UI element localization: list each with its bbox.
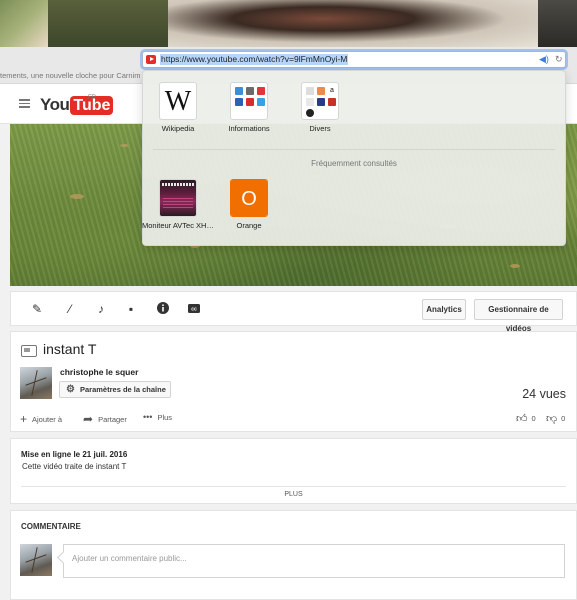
favorite-informations[interactable] bbox=[230, 82, 268, 120]
add-to-button[interactable]: + Ajouter à bbox=[20, 412, 62, 426]
favorites-dropdown: W Wikipedia Informations a Divers Fréque… bbox=[142, 70, 566, 246]
comments-heading: COMMENTAIRE bbox=[21, 522, 81, 531]
favorite-label: Divers bbox=[309, 124, 331, 133]
channel-settings-button[interactable]: ⚙ Paramètres de la chaîne bbox=[59, 381, 171, 398]
page-banner bbox=[0, 0, 577, 47]
folder-grid-icon: a bbox=[306, 87, 336, 117]
channel-settings-label: Paramètres de la chaîne bbox=[80, 385, 166, 394]
comments-card: COMMENTAIRE Ajouter un commentaire publi… bbox=[10, 510, 577, 600]
video-edit-toolbar: ✎ ⁄ ♪ ▪ cc Analytics Gestionnaire de vid… bbox=[10, 291, 577, 333]
orange-icon: O bbox=[231, 180, 267, 216]
monitor-thumbnail bbox=[160, 180, 196, 216]
banner-photo-baby bbox=[0, 0, 48, 47]
like-count: 0 bbox=[531, 414, 536, 423]
favorite-label: Informations bbox=[228, 124, 270, 133]
divider bbox=[21, 486, 566, 487]
video-info-card: instant T christophe le squer ⚙ Paramètr… bbox=[10, 331, 577, 432]
share-arrow-icon: ➦ bbox=[83, 412, 94, 426]
frequent-label: Orange bbox=[236, 221, 262, 230]
add-to-label: Ajouter à bbox=[32, 414, 63, 424]
comment-icon[interactable]: ▪ bbox=[124, 302, 138, 316]
music-note-icon[interactable]: ♪ bbox=[94, 302, 108, 316]
reload-icon[interactable]: ↻ bbox=[555, 54, 563, 65]
share-label: Partager bbox=[98, 414, 127, 424]
youtube-logo[interactable]: You Tube bbox=[40, 95, 114, 115]
region-label: FR bbox=[88, 95, 96, 101]
like-button[interactable]: 👍︎ 0 bbox=[516, 412, 536, 425]
plus-icon: + bbox=[20, 412, 28, 426]
ticker-text: tements, une nouvelle cloche pour Carnim bbox=[0, 71, 141, 80]
video-manager-button[interactable]: Gestionnaire de vidéos bbox=[474, 299, 563, 333]
thumbs-up-icon: 👍︎ bbox=[516, 413, 528, 425]
more-dots-icon: ••• bbox=[143, 412, 153, 422]
url-text[interactable]: https://www.youtube.com/watch?v=9lFmMnOy… bbox=[160, 54, 349, 65]
more-label: Plus bbox=[157, 412, 173, 422]
svg-text:cc: cc bbox=[191, 307, 197, 313]
frequent-label: Moniteur AVTec XH… bbox=[142, 221, 214, 230]
favorite-label: Wikipedia bbox=[161, 124, 195, 133]
address-bar[interactable]: https://www.youtube.com/watch?v=9lFmMnOy… bbox=[142, 51, 566, 68]
description-card: Mise en ligne le 21 juil. 2016 Cette vid… bbox=[10, 438, 577, 504]
commenter-avatar bbox=[20, 544, 52, 576]
banner-photo-foliage bbox=[48, 0, 168, 47]
share-button[interactable]: ➦ Partager bbox=[83, 412, 127, 426]
thumbs-down-icon: 👎︎ bbox=[546, 413, 558, 425]
youtube-favicon-icon bbox=[146, 55, 156, 64]
gear-icon: ⚙ bbox=[66, 384, 75, 395]
frequent-orange[interactable]: O bbox=[230, 179, 268, 217]
channel-name[interactable]: christophe le squer bbox=[60, 367, 138, 377]
comment-input[interactable]: Ajouter un commentaire public... bbox=[63, 544, 565, 578]
folder-grid-icon bbox=[235, 87, 265, 117]
description-text: Cette vidéo traite de instant T bbox=[22, 462, 127, 471]
video-icon bbox=[21, 345, 37, 357]
view-count: 24 vues bbox=[522, 387, 566, 401]
section-divider bbox=[153, 149, 555, 150]
banner-photo-dark bbox=[538, 0, 577, 47]
favorite-wikipedia[interactable]: W bbox=[159, 82, 197, 120]
dislike-button[interactable]: 👎︎ 0 bbox=[546, 412, 565, 425]
frequent-moniteur[interactable] bbox=[159, 179, 197, 217]
show-more-button[interactable]: PLUS bbox=[11, 491, 576, 498]
pencil-icon[interactable]: ✎ bbox=[30, 302, 44, 316]
favorite-divers[interactable]: a bbox=[301, 82, 339, 120]
analytics-button[interactable]: Analytics bbox=[422, 299, 466, 320]
menu-icon[interactable] bbox=[19, 99, 30, 108]
cc-icon[interactable]: cc bbox=[187, 302, 201, 316]
banner-photo-person bbox=[168, 0, 538, 47]
dislike-count: 0 bbox=[561, 414, 566, 423]
magic-wand-icon[interactable]: ⁄ bbox=[63, 302, 77, 316]
wikipedia-icon: W bbox=[164, 86, 192, 117]
video-title: instant T bbox=[43, 341, 97, 357]
channel-avatar[interactable] bbox=[20, 367, 52, 399]
upload-date: Mise en ligne le 21 juil. 2016 bbox=[21, 450, 128, 459]
info-icon[interactable] bbox=[156, 302, 170, 316]
more-button[interactable]: ••• Plus bbox=[143, 412, 172, 422]
frequent-title: Fréquemment consultés bbox=[311, 159, 397, 168]
speaker-icon[interactable]: ◀) bbox=[539, 54, 549, 65]
logo-you: You bbox=[40, 95, 70, 114]
